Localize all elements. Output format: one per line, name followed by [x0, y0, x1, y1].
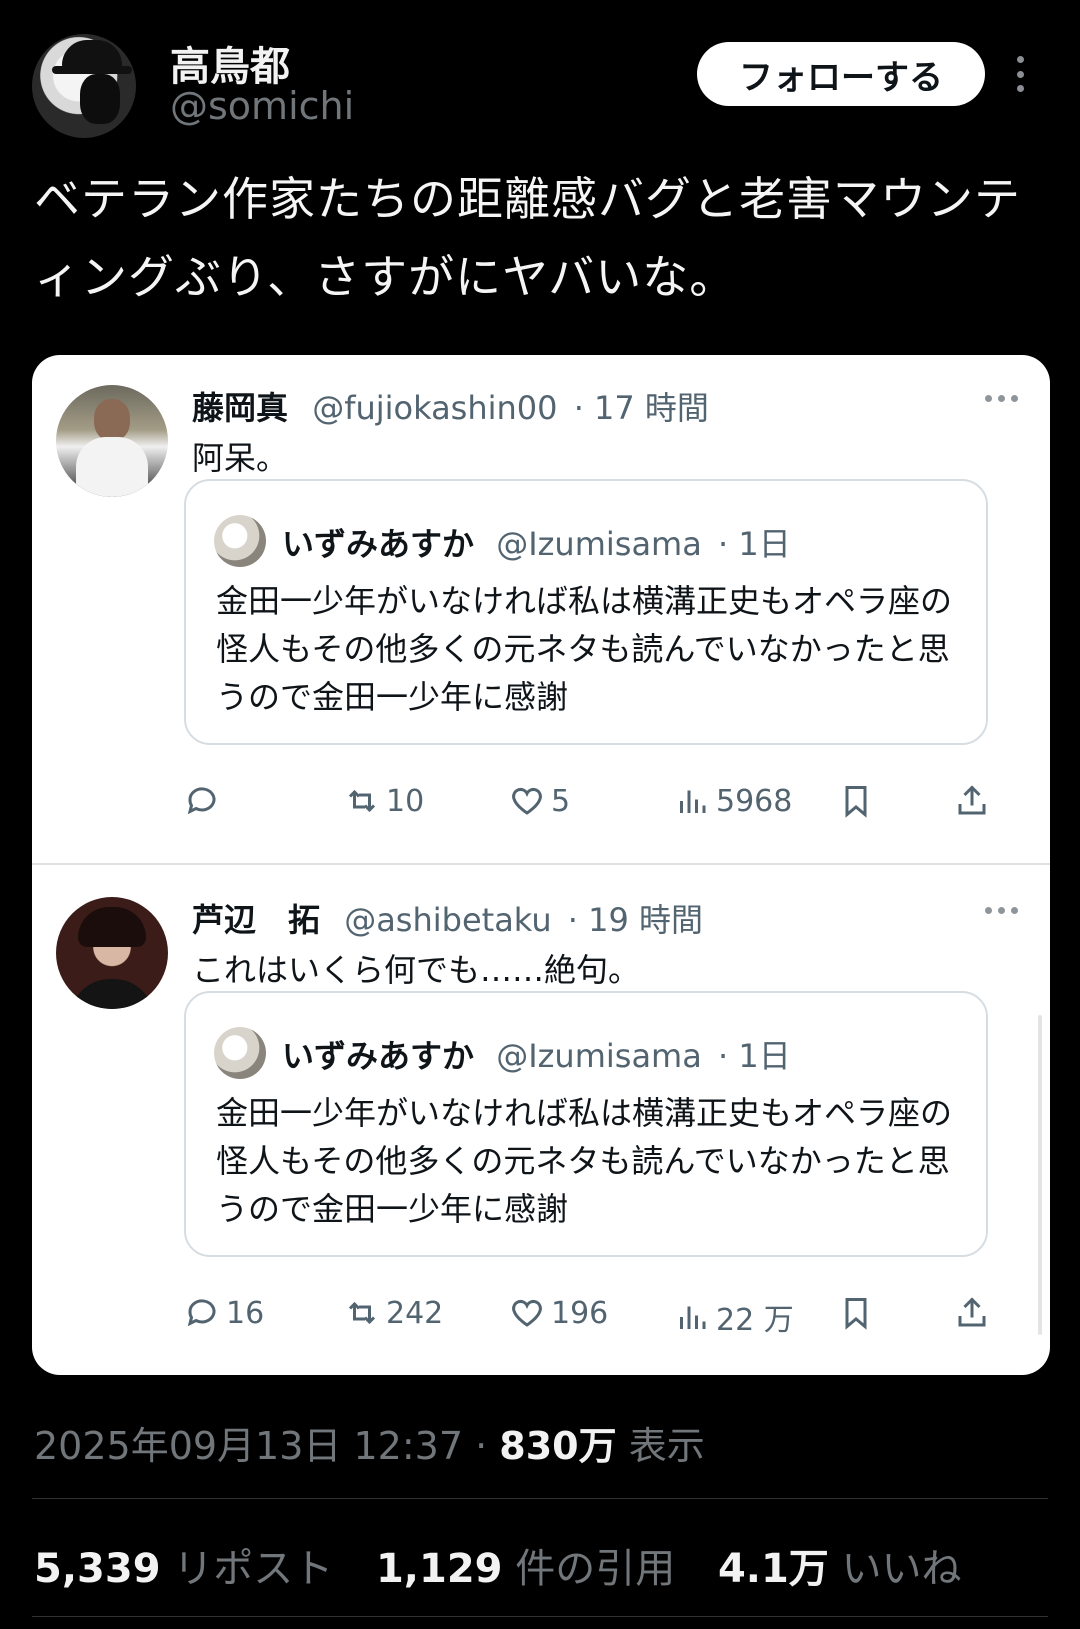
reply-handle: @ashibetaku	[344, 901, 552, 939]
views-icon	[680, 1306, 706, 1329]
reposts-stat[interactable]: 5,339 リポスト	[34, 1546, 346, 1592]
quote-author-name: いずみあすか	[282, 1037, 475, 1075]
quoted-tweet: いずみあすか @Izumisama · 1日 金田一少年がいなければ私は横溝正史…	[184, 991, 988, 1257]
engagement-stats: 5,339 リポスト 1,129 件の引用 4.1万 いいね	[34, 1536, 992, 1594]
bookmark-icon	[838, 783, 874, 819]
reply-time: · 17 時間	[573, 389, 709, 427]
views-count: 5968	[674, 783, 792, 819]
share-icon	[954, 783, 990, 819]
reply-count: 16	[184, 1295, 264, 1331]
reply-avatar	[56, 897, 168, 1009]
repost-icon	[348, 789, 376, 813]
reposts-label: リポスト	[173, 1546, 334, 1592]
author-avatar[interactable]	[32, 34, 136, 138]
quote-handle: @Izumisama	[496, 1037, 702, 1075]
tweet-text: ベテラン作家たちの距離感バグと老害マウンティングぶり、さすがにヤバいな。	[34, 172, 1021, 304]
reply-time: · 19 時間	[567, 901, 704, 939]
quote-header: いずみあすか @Izumisama · 1日	[282, 1031, 791, 1077]
quotes-label: 件の引用	[515, 1546, 676, 1592]
divider	[32, 1498, 1048, 1499]
timestamp-text: 2025年09月13日 12:37 ·	[34, 1424, 488, 1468]
comment-icon	[187, 1299, 216, 1327]
quote-header: いずみあすか @Izumisama · 1日	[282, 519, 791, 565]
more-options-icon[interactable]	[1012, 56, 1028, 92]
comment-icon	[187, 787, 216, 815]
quote-time: · 1日	[718, 1037, 791, 1075]
likes-label: いいね	[841, 1546, 962, 1592]
quote-text: 金田一少年がいなければ私は横溝正史もオペラ座の怪人もその他多くの元ネタも読んでい…	[216, 1094, 953, 1228]
reply-author-name: 藤岡真	[192, 389, 289, 427]
quoted-tweet: いずみあすか @Izumisama · 1日 金田一少年がいなければ私は横溝正史…	[184, 479, 988, 745]
quotes-stat[interactable]: 1,129 件の引用	[376, 1546, 688, 1592]
author-handle[interactable]: @somichi	[170, 84, 354, 128]
views-label: 表示	[628, 1424, 705, 1468]
heart-icon	[512, 787, 542, 815]
quotes-count: 1,129	[375, 1546, 503, 1592]
heart-icon	[512, 1299, 542, 1327]
scrollbar	[1038, 1015, 1042, 1335]
views-icon	[680, 790, 706, 813]
likes-count: 4.1万	[717, 1546, 829, 1592]
quote-avatar	[214, 1027, 266, 1079]
quote-text: 金田一少年がいなければ私は横溝正史もオペラ座の怪人もその他多くの元ネタも読んでい…	[216, 582, 953, 716]
views-count: 22 万	[674, 1295, 794, 1339]
embedded-reply: 芦辺 拓 @ashibetaku · 19 時間 これはいくら何でも……絶句。 …	[32, 867, 1050, 1375]
reply-avatar	[56, 385, 168, 497]
like-count: 196	[509, 1295, 608, 1331]
views-total: 830万	[499, 1424, 617, 1468]
reply-handle: @fujiokashin00	[312, 389, 558, 427]
follow-button[interactable]: フォローする	[697, 42, 985, 106]
reply-actions: 16 242 196 22 万	[184, 1287, 1020, 1347]
more-icon	[985, 907, 1018, 914]
reply-author-name: 芦辺 拓	[192, 901, 321, 939]
tweet-header: 高鳥都 @somichi フォローする	[0, 0, 1080, 160]
reply-header: 藤岡真 @fujiokashin00 · 17 時間	[192, 383, 709, 429]
reply-header: 芦辺 拓 @ashibetaku · 19 時間	[192, 895, 703, 941]
reply-actions: 10 5 5968	[184, 775, 1020, 835]
quote-avatar	[214, 515, 266, 567]
embedded-reply: 藤岡真 @fujiokashin00 · 17 時間 阿呆。 いずみあすか @I…	[32, 355, 1050, 865]
bookmark-icon	[838, 1295, 874, 1331]
reposts-count: 5,339	[34, 1546, 161, 1592]
repost-count: 242	[344, 1295, 443, 1331]
reply-text: これはいくら何でも……絶句。	[192, 951, 641, 989]
reply-text: 阿呆。	[192, 439, 289, 477]
repost-icon	[348, 1301, 376, 1325]
share-icon	[954, 1295, 990, 1331]
divider	[32, 1616, 1048, 1617]
embedded-screenshot: 藤岡真 @fujiokashin00 · 17 時間 阿呆。 いずみあすか @I…	[32, 355, 1050, 1375]
tweet-timestamp[interactable]: 2025年09月13日 12:37 · 830万 表示	[34, 1415, 705, 1470]
quote-handle: @Izumisama	[496, 525, 702, 563]
like-count: 5	[509, 783, 570, 819]
more-icon	[985, 395, 1018, 402]
reply-count	[184, 783, 226, 819]
quote-time: · 1日	[718, 525, 791, 563]
likes-stat[interactable]: 4.1万 いいね	[718, 1546, 962, 1592]
repost-count: 10	[344, 783, 424, 819]
quote-author-name: いずみあすか	[282, 525, 475, 563]
